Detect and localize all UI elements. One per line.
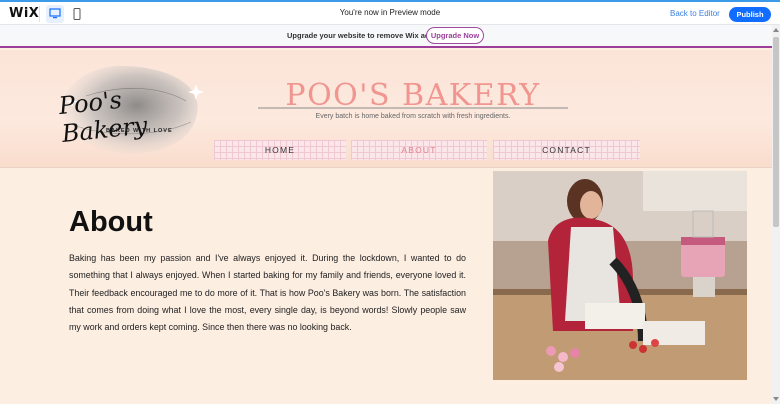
scroll-down-arrow-icon[interactable] xyxy=(772,396,780,402)
back-to-editor-link[interactable]: Back to Editor xyxy=(670,9,720,18)
publish-button[interactable]: Publish xyxy=(729,7,771,22)
baker-decorating-image xyxy=(493,171,747,380)
scroll-up-arrow-icon[interactable] xyxy=(772,27,780,33)
scroll-thumb[interactable] xyxy=(773,37,779,227)
baker-photo xyxy=(493,171,747,380)
nav-contact[interactable]: CONTACT xyxy=(493,140,640,160)
upgrade-banner: Upgrade your website to remove Wix ads U… xyxy=(0,25,772,48)
about-heading: About xyxy=(69,206,153,238)
upgrade-now-button[interactable]: Upgrade Now xyxy=(426,27,484,44)
nav-home[interactable]: HOME xyxy=(214,140,346,160)
nav-about[interactable]: ABOUT xyxy=(351,140,487,160)
logo-tagline: BAKED WITH LOVE xyxy=(106,128,173,134)
bakery-logo[interactable]: Poo's Bakery BAKED WITH LOVE xyxy=(46,56,216,160)
title-underline xyxy=(258,107,568,109)
scrollbar[interactable] xyxy=(772,25,780,404)
about-paragraph: Baking has been my passion and I've alwa… xyxy=(69,253,466,333)
preview-mode-text: You're now in Preview mode xyxy=(339,8,441,17)
site-header: Poo's Bakery BAKED WITH LOVE POO'S BAKER… xyxy=(0,50,772,168)
upgrade-text: Upgrade your website to remove Wix ads xyxy=(287,31,434,40)
site-tagline: Every batch is home baked from scratch w… xyxy=(315,113,511,120)
wix-preview-bar: WiX You're now in Preview mode Back to E… xyxy=(0,0,780,25)
